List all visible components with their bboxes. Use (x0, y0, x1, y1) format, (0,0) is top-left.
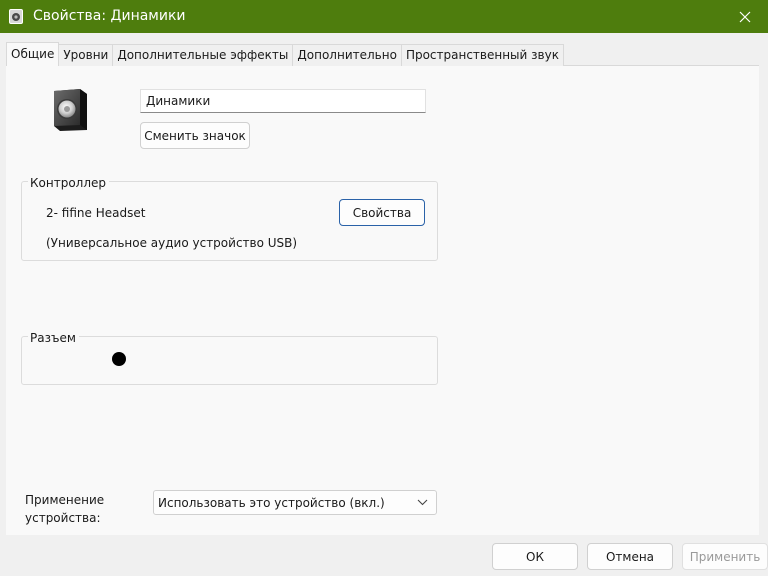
tab-enhancements[interactable]: Дополнительные эффекты (113, 44, 294, 66)
cancel-button[interactable]: Отмена (587, 543, 673, 570)
apply-button[interactable]: Применить (682, 543, 768, 570)
controller-description: (Универсальное аудио устройство USB) (46, 236, 298, 250)
tab-panel-general (6, 65, 759, 535)
title-bar: Свойства: Динамики (0, 0, 768, 33)
close-icon (739, 11, 751, 22)
device-usage-selected-value: Использовать это устройство (вкл.) (158, 496, 385, 510)
jack-group-label: Разъем (28, 331, 79, 345)
window-title: Свойства: Динамики (33, 8, 186, 24)
device-usage-select[interactable]: Использовать это устройство (вкл.) (153, 490, 437, 515)
ok-button[interactable]: ОК (492, 543, 578, 570)
change-icon-button[interactable]: Сменить значок (140, 122, 250, 149)
tab-general[interactable]: Общие (6, 42, 60, 66)
speaker-icon (9, 9, 23, 24)
tab-strip: Общие Уровни Дополнительные эффекты Допо… (6, 42, 564, 66)
device-name-input[interactable] (140, 89, 426, 113)
jack-group (21, 336, 438, 385)
close-button[interactable] (722, 0, 768, 33)
jack-color-dot (112, 352, 126, 366)
chevron-down-icon (417, 499, 428, 506)
device-usage-label: Применение устройства: (25, 493, 105, 525)
speaker-device-icon (54, 89, 87, 131)
tab-levels[interactable]: Уровни (59, 44, 114, 66)
tab-spatial-sound[interactable]: Пространственный звук (401, 44, 564, 66)
controller-name: 2- fifine Headset (46, 206, 146, 220)
tab-advanced[interactable]: Дополнительно (293, 44, 402, 66)
controller-group-label: Контроллер (28, 176, 109, 190)
controller-properties-button[interactable]: Свойства (339, 199, 425, 226)
